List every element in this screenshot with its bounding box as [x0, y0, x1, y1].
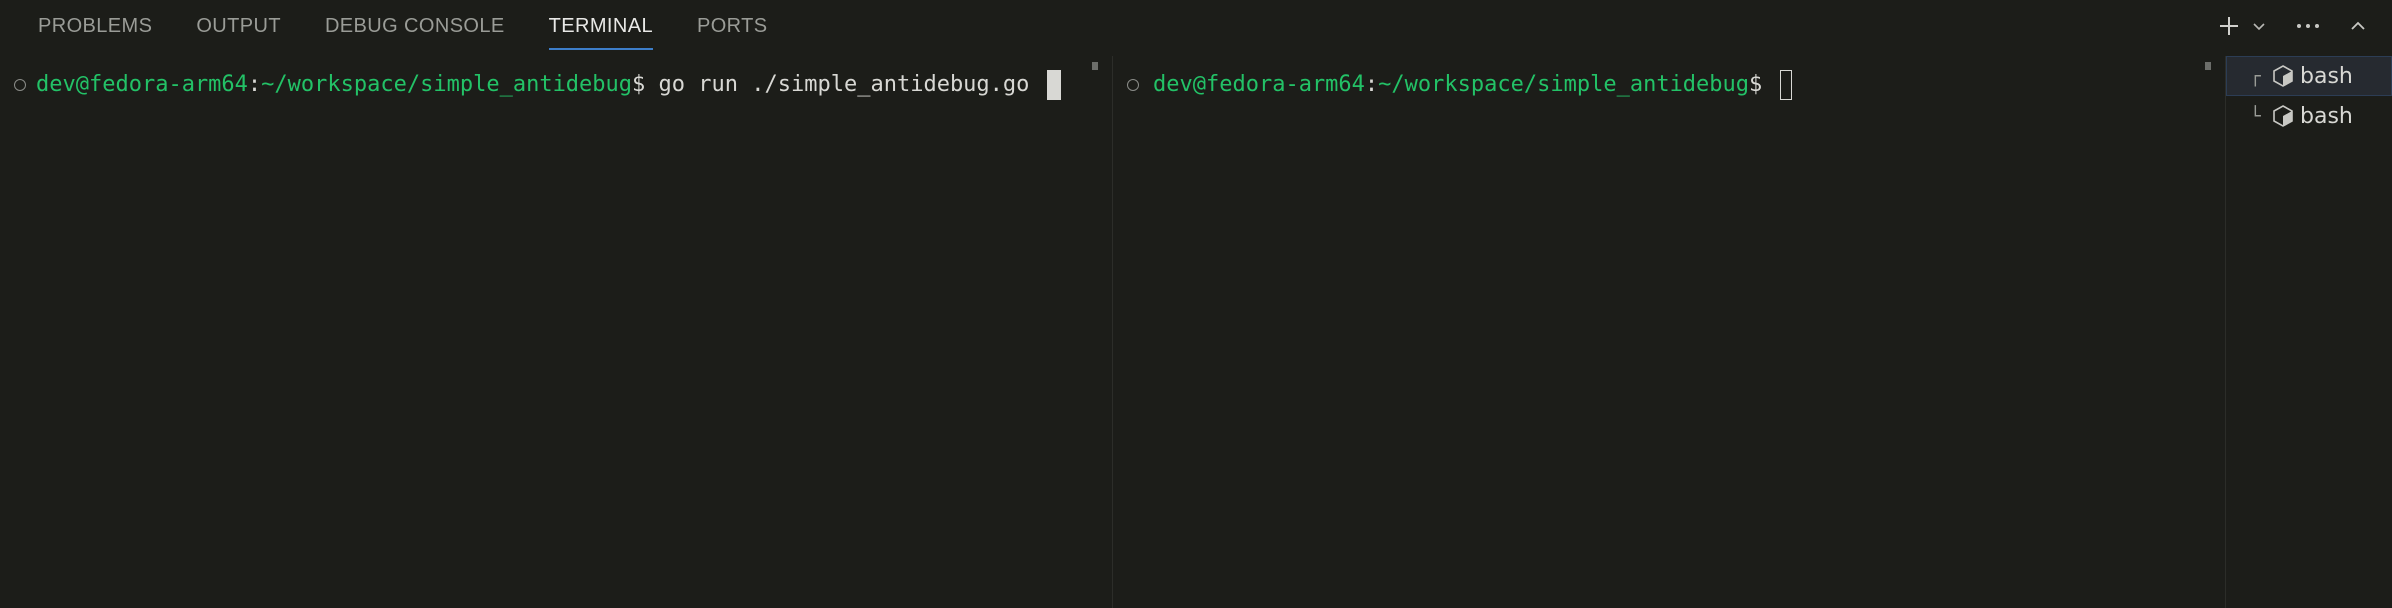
- terminal-name: bash: [2300, 103, 2353, 129]
- more-actions-button[interactable]: [2290, 8, 2326, 44]
- tab-terminal[interactable]: TERMINAL: [527, 0, 675, 56]
- terminal-panel: PROBLEMS OUTPUT DEBUG CONSOLE TERMINAL P…: [0, 0, 2392, 608]
- terminal-icon: [2272, 104, 2294, 128]
- prompt-user-host: dev@fedora-arm64: [36, 72, 248, 97]
- terminal-line: dev@fedora-arm64: ~/workspace/simple_anti…: [36, 68, 1061, 102]
- prompt-colon: :: [1364, 72, 1379, 97]
- panel-tab-bar: PROBLEMS OUTPUT DEBUG CONSOLE TERMINAL P…: [0, 0, 2392, 56]
- tab-ports[interactable]: PORTS: [675, 0, 790, 56]
- chevron-up-icon: [2351, 21, 2365, 30]
- prompt-colon: :: [247, 72, 262, 97]
- new-terminal-button[interactable]: [2214, 8, 2244, 44]
- maximize-panel-button[interactable]: [2340, 8, 2376, 44]
- terminal-pane-left[interactable]: dev@fedora-arm64: ~/workspace/simple_anti…: [0, 56, 1112, 608]
- command-decoration-icon[interactable]: [1127, 79, 1139, 91]
- terminal-profile-dropdown[interactable]: [2248, 8, 2270, 44]
- terminal-tabs-list: ┌ bash └ bash: [2225, 56, 2392, 608]
- scrollbar-marker[interactable]: [2205, 62, 2211, 70]
- panel-tabs: PROBLEMS OUTPUT DEBUG CONSOLE TERMINAL P…: [16, 0, 790, 56]
- terminal-cursor: [1046, 70, 1061, 100]
- terminal-command: go run ./simple_antidebug.go: [658, 72, 1043, 97]
- terminal-pane-right[interactable]: dev@fedora-arm64: ~/workspace/simple_anti…: [1113, 56, 2225, 608]
- panel-actions: [2214, 0, 2376, 52]
- ellipsis-icon: [2297, 24, 2319, 28]
- tab-output[interactable]: OUTPUT: [174, 0, 303, 56]
- terminal-list-item[interactable]: ┌ bash: [2226, 56, 2392, 96]
- tree-connector: ┌: [2250, 65, 2261, 87]
- prompt-path: ~/workspace/simple_antidebug: [261, 72, 633, 97]
- prompt-path: ~/workspace/simple_antidebug: [1378, 72, 1750, 97]
- terminal-line: dev@fedora-arm64: ~/workspace/simple_anti…: [1153, 68, 1792, 102]
- command-decoration-icon[interactable]: [14, 79, 26, 91]
- terminal-cursor: [1779, 70, 1792, 100]
- terminal-icon: [2272, 64, 2294, 88]
- tab-debug-console[interactable]: DEBUG CONSOLE: [303, 0, 527, 56]
- chevron-down-icon: [2253, 23, 2265, 31]
- prompt-user-host: dev@fedora-arm64: [1153, 72, 1365, 97]
- plus-icon: [2220, 17, 2238, 35]
- terminal-list-item[interactable]: └ bash: [2226, 96, 2392, 136]
- tree-connector: └: [2250, 105, 2261, 127]
- scrollbar-marker[interactable]: [1092, 62, 1098, 70]
- terminal-name: bash: [2300, 63, 2353, 89]
- tab-problems[interactable]: PROBLEMS: [16, 0, 174, 56]
- prompt-symbol: $: [1749, 72, 1776, 97]
- prompt-symbol: $: [632, 72, 659, 97]
